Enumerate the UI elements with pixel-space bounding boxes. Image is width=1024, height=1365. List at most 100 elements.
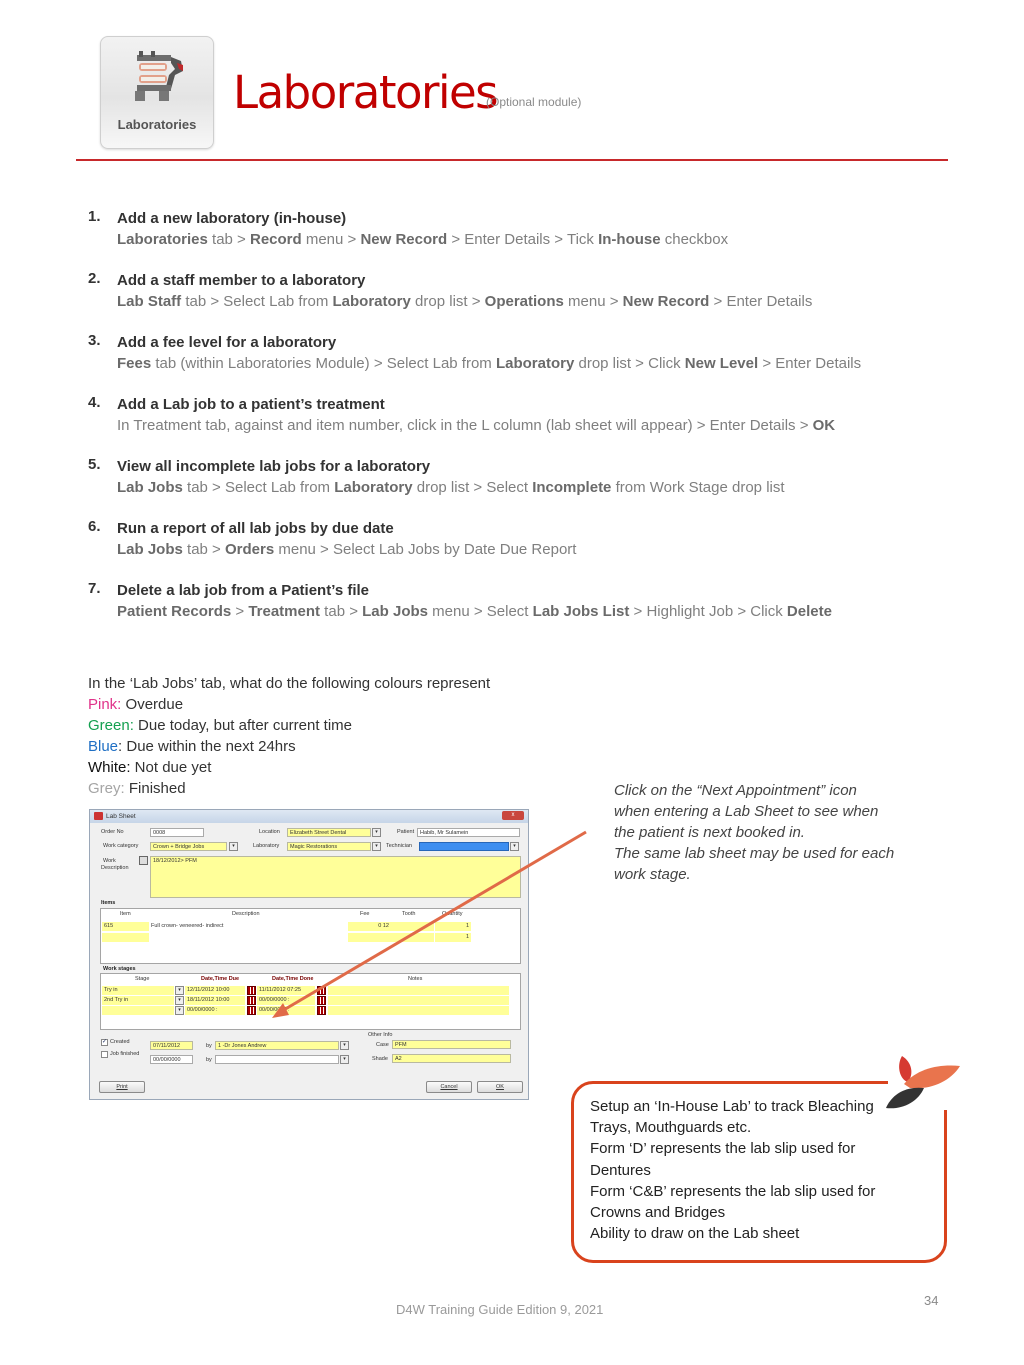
step-number: 3. — [88, 332, 101, 349]
step-title: Add a staff member to a laboratory — [117, 272, 366, 289]
footer-text: D4W Training Guide Edition 9, 2021 — [396, 1302, 604, 1317]
step-path-keyword: Lab Staff — [117, 293, 182, 310]
item-code-cell[interactable]: 615 — [102, 922, 149, 931]
step-path: In Treatment tab, against and item numbe… — [117, 415, 948, 436]
step-path-text: tab (within Laboratories Module) > Selec… — [151, 355, 496, 372]
step-number: 1. — [88, 208, 101, 225]
technician-select[interactable] — [419, 842, 509, 851]
due-date-field[interactable]: 18/11/2012 10:00 — [185, 996, 245, 1005]
technician-dropdown-icon[interactable]: ▾ — [510, 842, 519, 851]
stage-dropdown-icon[interactable]: ▾ — [175, 996, 184, 1005]
case-field[interactable]: PFM — [392, 1040, 511, 1049]
finished-by-select[interactable] — [215, 1055, 339, 1064]
stage-select[interactable] — [102, 1006, 174, 1015]
calendar-icon[interactable] — [317, 1006, 326, 1015]
step-path: Lab Jobs tab > Orders menu > Select Lab … — [117, 539, 948, 560]
next-appointment-icon[interactable] — [139, 856, 148, 865]
step-path-keyword: Record — [249, 231, 302, 248]
step-path-keyword: Patient Records — [117, 603, 232, 620]
step-path-text: menu > Select Lab Jobs by Date Due Repor… — [274, 541, 577, 558]
item-fee-cell[interactable] — [348, 933, 391, 942]
page-title: Laboratories — [233, 66, 499, 119]
location-select[interactable]: Elizabeth Street Dental — [287, 828, 371, 837]
order-no-label: Order No — [101, 829, 124, 835]
created-checkbox[interactable]: ✓ — [101, 1039, 108, 1046]
step-path-text: > Highlight Job > Click — [629, 603, 787, 620]
step-path-text: > Enter Details — [709, 293, 813, 310]
patient-field[interactable]: Habib, Mr Sulamein — [417, 828, 520, 837]
step-path-keyword: Lab Jobs List — [532, 603, 630, 620]
legend-key: White: — [88, 759, 131, 776]
created-date-field[interactable]: 07/11/2012 — [150, 1041, 193, 1050]
item-tooth-cell[interactable] — [391, 922, 434, 931]
step-path-text: tab > — [320, 603, 363, 620]
shade-field[interactable]: A2 — [392, 1054, 511, 1063]
calendar-icon[interactable] — [247, 986, 256, 995]
due-date-field[interactable]: 00/00/0000 : — [185, 1006, 245, 1015]
print-button[interactable]: Print — [99, 1081, 145, 1093]
work-description-field[interactable]: 18/12/2012> PFM — [150, 856, 521, 898]
work-category-select[interactable]: Crown + Bridge Jobs — [150, 842, 227, 851]
laboratory-label: Laboratory — [253, 843, 280, 849]
created-by-select[interactable]: 1 -Dr Jones Andrew — [215, 1041, 339, 1050]
job-finished-checkbox[interactable] — [101, 1051, 108, 1058]
legend-item: Grey: Finished — [88, 778, 490, 799]
calendar-icon[interactable] — [317, 996, 326, 1005]
laboratories-module-icon: Laboratories — [100, 36, 214, 149]
done-date-field[interactable]: 00/00/0000 : — [257, 1006, 315, 1015]
close-button[interactable]: x — [502, 811, 524, 820]
laboratory-select[interactable]: Magic Restorations — [287, 842, 371, 851]
finished-date-field[interactable]: 00/00/0000 — [150, 1055, 193, 1064]
lab-sheet-window: Lab Sheet x Order No 0008 Location Eliza… — [89, 809, 529, 1100]
stage-notes-field[interactable] — [328, 986, 509, 995]
calendar-icon[interactable] — [317, 986, 326, 995]
cancel-button[interactable]: Cancel — [426, 1081, 472, 1093]
item-tooth-cell[interactable] — [391, 933, 434, 942]
item-quantity-cell[interactable]: 1 — [435, 933, 471, 942]
order-no-field[interactable]: 0008 — [150, 828, 204, 837]
created-by-dropdown-icon[interactable]: ▾ — [340, 1041, 349, 1050]
step-item: 1. Add a new laboratory (in-house) Laborat… — [88, 208, 948, 250]
items-col-fee: Fee — [360, 911, 370, 917]
calendar-icon[interactable] — [247, 1006, 256, 1015]
item-quantity-cell[interactable]: 1 — [435, 922, 471, 931]
item-fee-cell[interactable]: 0 12 — [348, 922, 391, 931]
legend-item: Blue: Due within the next 24hrs — [88, 736, 490, 757]
step-title: Add a fee level for a laboratory — [117, 334, 337, 351]
stage-select[interactable]: Try in — [102, 986, 174, 995]
callout-line: Form ‘D’ represents the lab slip used fo… — [590, 1140, 856, 1158]
created-label: Created — [110, 1039, 130, 1045]
step-path-keyword: OK — [812, 417, 836, 434]
ok-button[interactable]: OK — [477, 1081, 523, 1093]
done-date-field[interactable]: 00/00/0000 : — [257, 996, 315, 1005]
legend-intro: In the ‘Lab Jobs’ tab, what do the follo… — [88, 675, 491, 692]
step-number: 6. — [88, 518, 101, 535]
step-path-text: tab > — [207, 231, 250, 248]
stage-dropdown-icon[interactable]: ▾ — [175, 986, 184, 995]
legend-key: Blue — [88, 738, 119, 755]
shade-label: Shade — [372, 1056, 388, 1062]
step-path-keyword: Orders — [224, 541, 275, 558]
stage-dropdown-icon[interactable]: ▾ — [175, 1006, 184, 1015]
laboratory-dropdown-icon[interactable]: ▾ — [372, 842, 381, 851]
step-item: 5. View all incomplete lab jobs for a lab… — [88, 456, 948, 498]
finished-by-dropdown-icon[interactable]: ▾ — [340, 1055, 349, 1064]
step-path-text: drop list > Click — [574, 355, 685, 372]
due-date-field[interactable]: 12/11/2012 10:00 — [185, 986, 245, 995]
done-date-field[interactable]: 11/11/2012 07:25 — [257, 986, 315, 995]
callout-line: Setup an ‘In-House Lab’ to track Bleachi… — [590, 1098, 874, 1115]
legend-item: White: Not due yet — [88, 757, 490, 778]
stage-select[interactable]: 2nd Try in — [102, 996, 174, 1005]
work-category-dropdown-icon[interactable]: ▾ — [229, 842, 238, 851]
step-path-keyword: Delete — [786, 603, 832, 620]
stage-notes-field[interactable] — [328, 1006, 509, 1015]
step-path-keyword: New Record — [360, 231, 448, 248]
stage-notes-field[interactable] — [328, 996, 509, 1005]
item-description-cell: Full crown- veneered- indirect — [151, 923, 224, 929]
item-code-cell[interactable] — [102, 933, 149, 942]
location-label: Location — [259, 829, 280, 835]
step-path: Fees tab (within Laboratories Module) > … — [117, 353, 948, 374]
calendar-icon[interactable] — [247, 996, 256, 1005]
location-dropdown-icon[interactable]: ▾ — [372, 828, 381, 837]
step-path-keyword: Lab Jobs — [117, 541, 183, 558]
